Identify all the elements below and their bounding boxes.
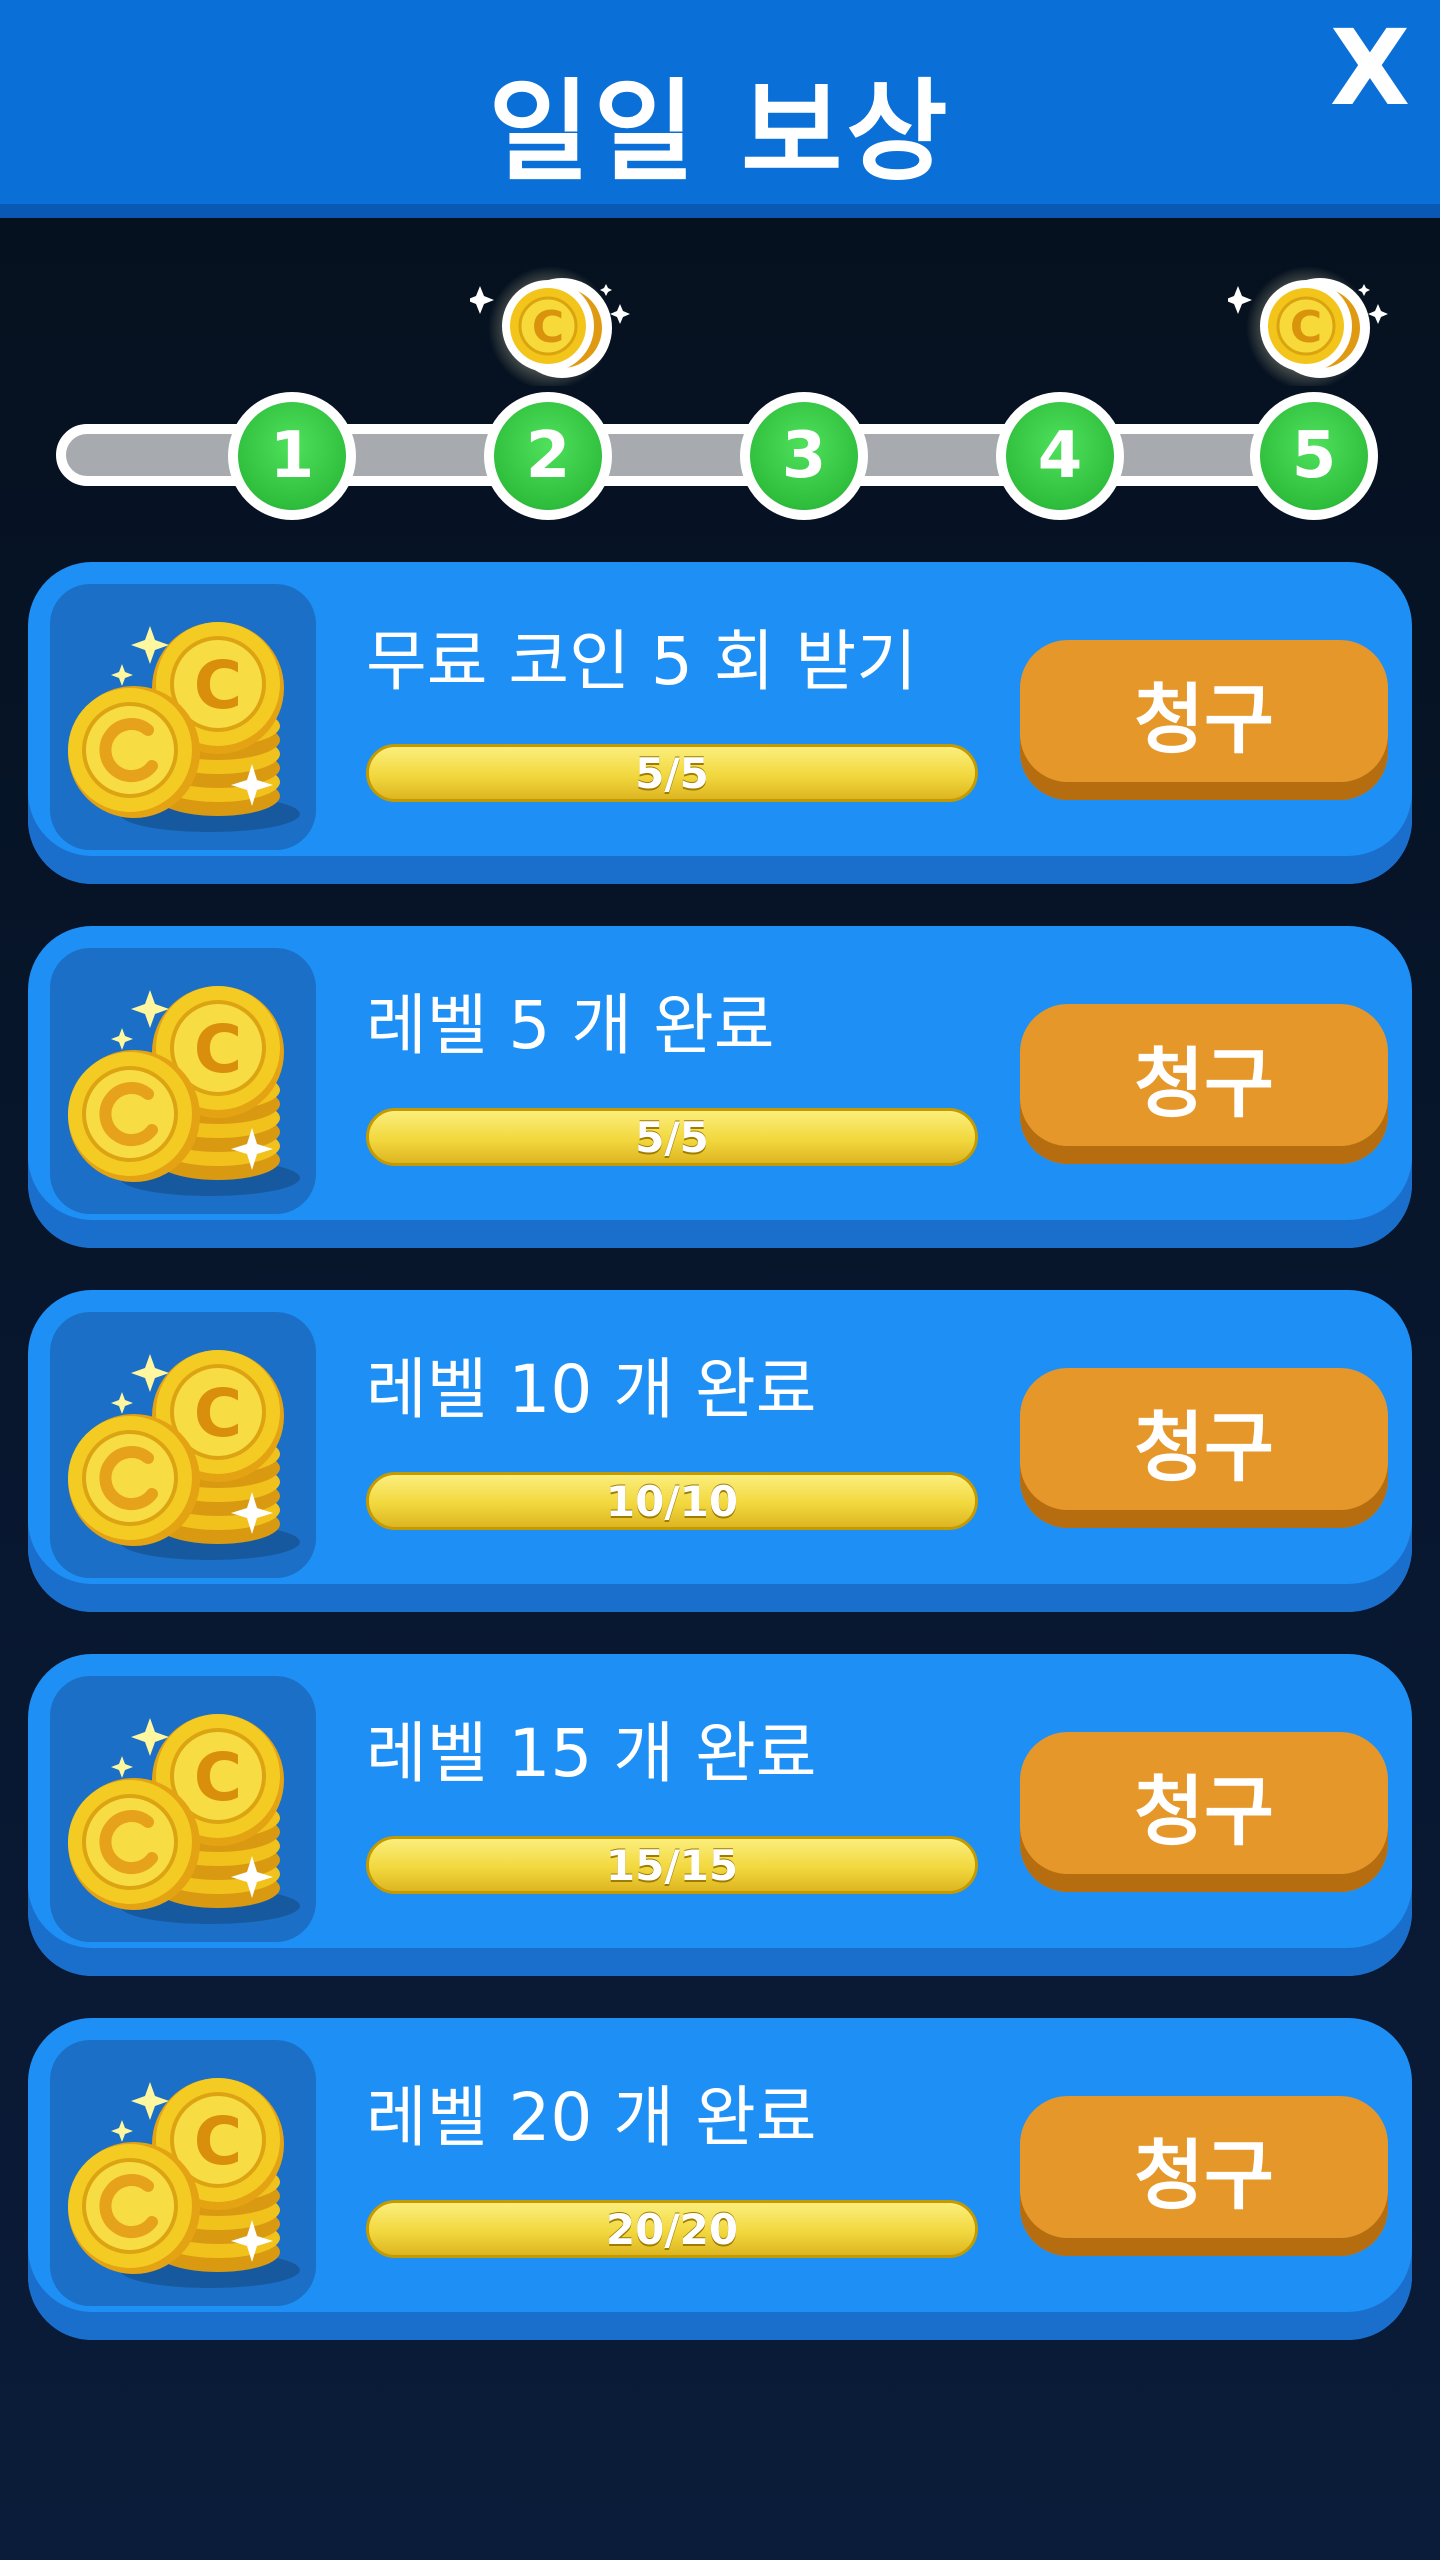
task-progress-bar: 15/15 <box>366 1836 978 1894</box>
claim-button[interactable]: 청구 <box>1020 1368 1388 1528</box>
coin-stack-icon: C <box>50 1676 316 1942</box>
task-progress-bar: 5/5 <box>366 1108 978 1166</box>
task-title: 무료 코인 5 회 받기 <box>366 623 917 700</box>
coin-stack-icon: C <box>50 584 316 850</box>
coin-stack-icon: C <box>50 2040 316 2306</box>
close-button[interactable]: X <box>1318 7 1422 129</box>
milestone-coin-icon: C <box>1224 266 1388 390</box>
svg-text:C: C <box>1290 302 1322 353</box>
task-progress-text: 5/5 <box>635 748 709 798</box>
svg-text:C: C <box>194 1011 242 1088</box>
milestone-step-1: 1 <box>228 392 356 520</box>
milestone-coin-icon: C <box>466 266 630 390</box>
task-title: 레벨 15 개 완료 <box>366 1715 817 1792</box>
claim-button[interactable]: 청구 <box>1020 1732 1388 1892</box>
task-card: C 무료 코인 5 회 받기 5/5 청구 <box>28 562 1412 884</box>
task-progress-text: 10/10 <box>605 1476 739 1526</box>
task-progress-bar: 10/10 <box>366 1472 978 1530</box>
task-progress-text: 20/20 <box>605 2204 739 2254</box>
claim-button[interactable]: 청구 <box>1020 2096 1388 2256</box>
task-card: C 레벨 15 개 완료 15/15 청구 <box>28 1654 1412 1976</box>
page-title: 일일 보상 <box>488 68 952 196</box>
claim-button[interactable]: 청구 <box>1020 1004 1388 1164</box>
task-progress-bar: 20/20 <box>366 2200 978 2258</box>
task-card: C 레벨 5 개 완료 5/5 청구 <box>28 926 1412 1248</box>
task-card: C 레벨 20 개 완료 20/20 청구 <box>28 2018 1412 2340</box>
task-card: C 레벨 10 개 완료 10/10 청구 <box>28 1290 1412 1612</box>
milestone-step-5: 5 <box>1250 392 1378 520</box>
task-progress-bar: 5/5 <box>366 744 978 802</box>
coin-stack-icon: C <box>50 1312 316 1578</box>
task-title: 레벨 10 개 완료 <box>366 1351 817 1428</box>
milestone-step-3: 3 <box>740 392 868 520</box>
svg-text:C: C <box>194 1375 242 1452</box>
task-progress-text: 15/15 <box>605 1840 739 1890</box>
svg-text:C: C <box>532 302 564 353</box>
svg-text:C: C <box>194 2103 242 2180</box>
task-title: 레벨 5 개 완료 <box>366 987 775 1064</box>
claim-button[interactable]: 청구 <box>1020 640 1388 800</box>
milestone-step-4: 4 <box>996 392 1124 520</box>
svg-text:C: C <box>194 1739 242 1816</box>
svg-text:C: C <box>194 647 242 724</box>
header-bar: 일일 보상 X <box>0 0 1440 218</box>
coin-stack-icon: C <box>50 948 316 1214</box>
task-title: 레벨 20 개 완료 <box>366 2079 817 2156</box>
milestone-step-2: 2 <box>484 392 612 520</box>
task-progress-text: 5/5 <box>635 1112 709 1162</box>
